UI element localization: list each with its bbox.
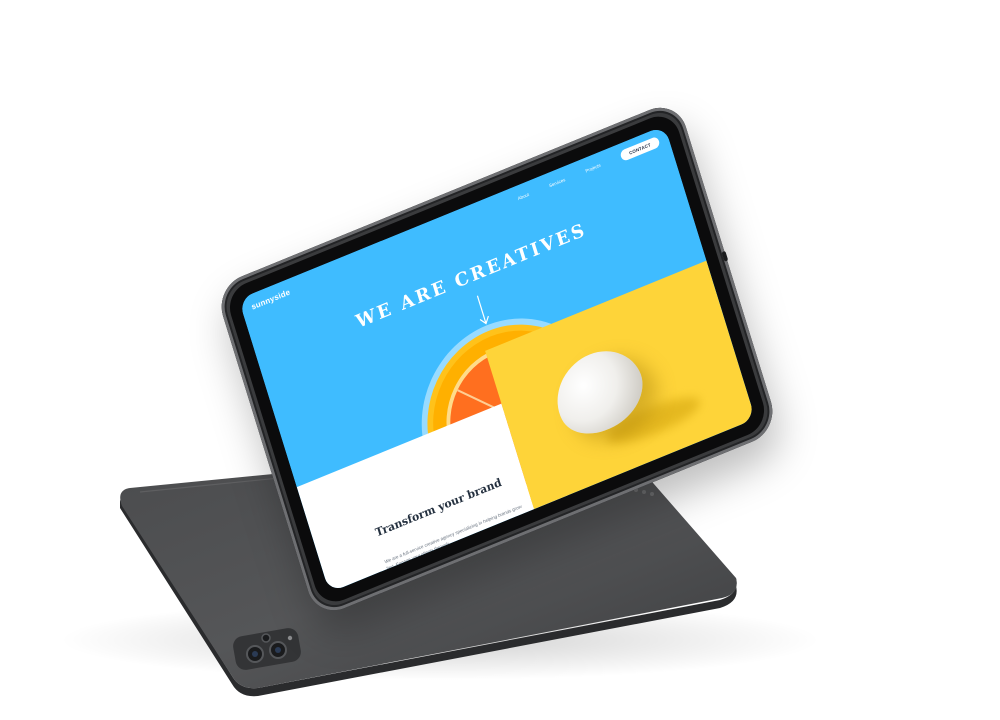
device-mockup-scene: sunnyside About Services Projects CONTAC… [0, 0, 1000, 720]
nav-link-about[interactable]: About [517, 192, 529, 201]
